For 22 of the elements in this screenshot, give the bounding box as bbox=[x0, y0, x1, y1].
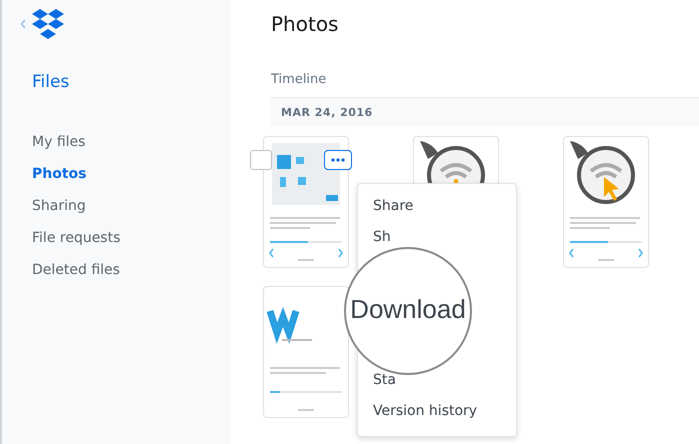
section-title: Files bbox=[32, 72, 70, 92]
nav-link[interactable]: My files bbox=[32, 132, 86, 152]
nav-link[interactable]: Sharing bbox=[32, 196, 86, 216]
photo-thumbnail[interactable] bbox=[263, 136, 349, 268]
menu-item[interactable]: Version history bbox=[373, 403, 478, 419]
select-checkbox[interactable] bbox=[250, 150, 272, 170]
back-chevron-icon[interactable] bbox=[20, 19, 27, 29]
page-title: Photos bbox=[271, 12, 338, 36]
nav-link[interactable]: Deleted files bbox=[32, 260, 120, 280]
date-label: MAR 24, 2016 bbox=[281, 106, 373, 118]
tab-label[interactable]: Timeline bbox=[271, 72, 326, 87]
dropbox-logo-icon[interactable] bbox=[31, 9, 65, 39]
menu-item[interactable]: Sh bbox=[373, 229, 391, 245]
more-button[interactable] bbox=[324, 150, 352, 170]
nav-link[interactable]: Photos bbox=[32, 164, 86, 184]
menu-item[interactable]: Share bbox=[373, 198, 414, 214]
photo-thumbnail[interactable] bbox=[563, 136, 649, 268]
ellipsis-icon bbox=[331, 158, 345, 162]
photo-thumbnail[interactable] bbox=[263, 286, 349, 418]
nav-link[interactable]: File requests bbox=[32, 228, 120, 248]
menu-item[interactable]: Download bbox=[346, 293, 470, 325]
menu-item[interactable]: Sta bbox=[373, 372, 396, 388]
